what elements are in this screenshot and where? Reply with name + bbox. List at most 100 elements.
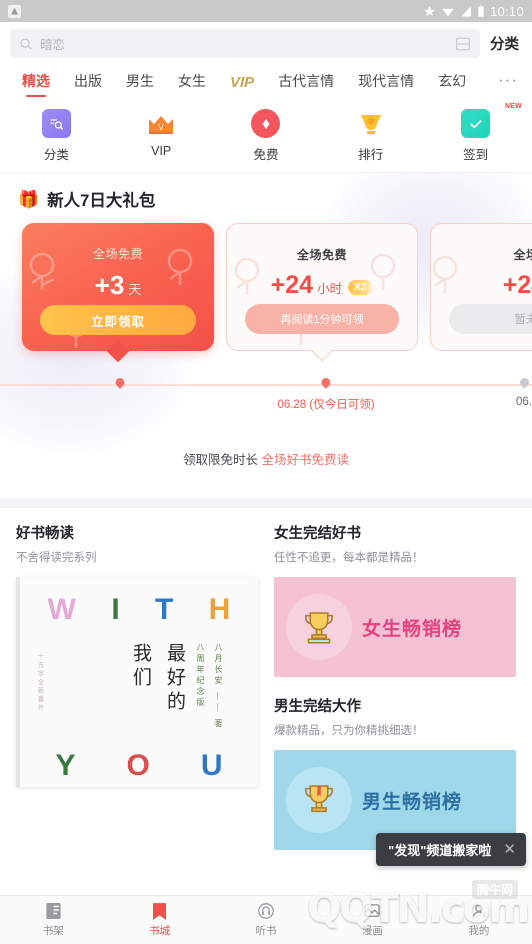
gift-footer-normal: 领取限免时长 — [183, 453, 262, 467]
nav-bookstore[interactable]: 书城 — [106, 896, 212, 944]
block-boys-finished: 男生完结大作 爆款精品，只为你精挑细选！ 男生畅销榜 — [274, 695, 516, 850]
tab-xuanhuan[interactable]: 玄幻 — [426, 71, 478, 99]
search-input[interactable]: 暗恋 — [10, 29, 480, 58]
quick-action-checkin[interactable]: NEW 签到 — [423, 103, 528, 163]
tab-chuban[interactable]: 出版 — [62, 71, 114, 99]
multiplier-badge: X2 — [348, 280, 374, 295]
svg-text:V: V — [159, 123, 165, 132]
card-amount-unit: 天 — [128, 282, 142, 297]
banner-text: 女生畅销榜 — [362, 618, 463, 640]
nav-profile[interactable]: 我的 — [426, 896, 532, 944]
gift-card-list: 全场免费 +3 天 立即领取 全场免费 +24 小时 X2 再阅读1分钟可领 全… — [0, 223, 532, 363]
nav-audiobook[interactable]: 听书 — [213, 896, 319, 944]
quick-action-free[interactable]: 免费 — [214, 109, 319, 163]
cover-side-text: 十万字全新番外 — [36, 653, 43, 713]
crown-icon: V — [147, 109, 176, 138]
quick-action-label: 免费 — [253, 148, 279, 162]
tab-gudaiyanqing[interactable]: 古代言情 — [266, 71, 346, 99]
gift-box-icon: 🎁 — [18, 189, 40, 209]
timeline-point-3: 06. — [516, 376, 532, 408]
section-title: 好书畅读 — [16, 526, 74, 542]
trophy-icon — [286, 594, 352, 660]
cover-note: 八周年纪念版 — [196, 643, 205, 709]
toast-text: "发现"频道搬家啦 — [388, 843, 492, 858]
cover-letter: I — [111, 593, 120, 626]
search-icon — [20, 38, 32, 50]
app-root: 10:10 暗恋 分类 精选 出版 男生 女生 VIP 古代言情 现代言情 玄幻… — [0, 0, 532, 944]
cover-title-line: 最好的 — [164, 643, 185, 715]
gift-footer-note: 领取限免时长 全场好书免费读 — [0, 429, 532, 498]
tab-nansheng[interactable]: 男生 — [114, 71, 166, 99]
quick-action-label: VIP — [151, 144, 172, 158]
card-amount-unit: 小时 — [317, 282, 343, 296]
quick-action-category[interactable]: 分类 — [4, 109, 109, 163]
quick-action-vip[interactable]: V VIP — [109, 109, 214, 163]
cover-letters-top: W I T H — [20, 593, 258, 627]
nav-comic[interactable]: 漫画 — [319, 896, 425, 944]
timeline-dot — [319, 376, 333, 389]
discover-channel-toast[interactable]: "发现"频道搬家啦 ✕ — [376, 833, 526, 866]
claim-button[interactable]: 立即领取 — [40, 305, 196, 335]
content-area: 好书畅读 不舍得读完系列 W I T H 我们 最好的 八周年纪念版 八月长安 … — [0, 508, 532, 850]
card-amount: +24 小时 X2 — [271, 271, 374, 300]
timeline-point-2: 06.28 (仅今日可领) — [277, 376, 375, 412]
card-subtitle: 全场 — [513, 248, 532, 262]
status-bar-left — [8, 4, 21, 18]
quick-action-ranking[interactable]: 排行 — [318, 109, 423, 163]
section-subtitle: 任性不追更，每本都是精品！ — [274, 552, 424, 564]
nav-label: 漫画 — [361, 924, 383, 937]
card-amount: +24 — [503, 271, 532, 300]
quick-action-label: 分类 — [43, 148, 69, 162]
scan-icon[interactable] — [455, 37, 471, 51]
timeline-dot — [517, 376, 531, 389]
card-amount-number: +3 — [94, 270, 125, 300]
gift-card-day2[interactable]: 全场免费 +24 小时 X2 再阅读1分钟可领 — [226, 223, 418, 362]
timeline-label: 06.28 (仅今日可领) — [277, 399, 375, 411]
section-title: 男生完结大作 — [274, 699, 361, 715]
column-good-books: 好书畅读 不舍得读完系列 W I T H 我们 最好的 八周年纪念版 八月长安 … — [16, 522, 258, 850]
quick-actions-row: 分类 V VIP 免费 排行 NEW 签到 — [0, 99, 532, 173]
tab-jingxuan[interactable]: 精选 — [10, 71, 62, 99]
quick-action-label: 签到 — [463, 148, 489, 162]
gift-card-day3[interactable]: 全场 +24 暂未 — [430, 223, 532, 351]
section-divider — [0, 498, 532, 508]
gift-timeline: 06.28 (仅今日可领) 06. — [0, 373, 532, 429]
cover-title-line: 我们 — [130, 643, 151, 691]
gift-card-day1[interactable]: 全场免费 +3 天 立即领取 — [22, 223, 214, 363]
card-amount-number: +24 — [502, 271, 532, 299]
cover-letters-bottom: Y O U — [20, 749, 258, 783]
card-amount: +3 天 — [95, 270, 142, 301]
checkin-icon — [461, 109, 491, 138]
bookstore-icon — [151, 902, 168, 920]
girls-bestseller-banner[interactable]: 女生畅销榜 — [274, 577, 516, 677]
headphone-icon — [258, 903, 275, 920]
cover-letter: O — [126, 749, 150, 782]
category-button[interactable]: 分类 — [488, 33, 522, 54]
gift-section: 🎁 新人7日大礼包 全场免费 +3 天 立即领取 全场免费 +24 小时 X2 … — [0, 173, 532, 498]
timeline-line — [0, 384, 532, 386]
bookshelf-icon — [45, 903, 62, 920]
book-cover[interactable]: W I T H 我们 最好的 八周年纪念版 八月长安 —— 著 十万字全新番外 … — [16, 577, 258, 787]
cover-chinese-title: 我们 最好的 八周年纪念版 八月长安 —— 著 — [127, 643, 224, 730]
app-icon — [8, 4, 21, 18]
cover-letter: T — [154, 593, 174, 626]
search-placeholder: 暗恋 — [40, 38, 66, 52]
nav-label: 我的 — [468, 924, 490, 937]
timeline-dot — [113, 376, 127, 389]
new-badge: NEW — [505, 103, 522, 110]
cover-author: 八月长安 —— 著 — [214, 643, 223, 730]
column-finished-books: 女生完结好书 任性不追更，每本都是精品！ 女生畅销榜 男生完结大作 爆款精品，只… — [274, 522, 516, 850]
timeline-point-1 — [113, 376, 127, 396]
tab-more-button[interactable]: ··· — [492, 70, 522, 99]
close-icon[interactable]: ✕ — [503, 842, 516, 857]
tab-xiandaiyanqing[interactable]: 现代言情 — [346, 71, 426, 99]
cover-letter: W — [47, 593, 76, 626]
section-subtitle: 不舍得读完系列 — [16, 552, 97, 564]
gift-title: 新人7日大礼包 — [47, 192, 156, 210]
tab-nvsheng[interactable]: 女生 — [166, 71, 218, 99]
claim-button[interactable]: 再阅读1分钟可领 — [245, 304, 399, 334]
gift-header: 🎁 新人7日大礼包 — [0, 187, 532, 223]
nav-bookshelf[interactable]: 书架 — [0, 896, 106, 944]
tab-vip[interactable]: VIP — [218, 74, 266, 99]
status-bar-right: 10:10 — [423, 4, 524, 19]
